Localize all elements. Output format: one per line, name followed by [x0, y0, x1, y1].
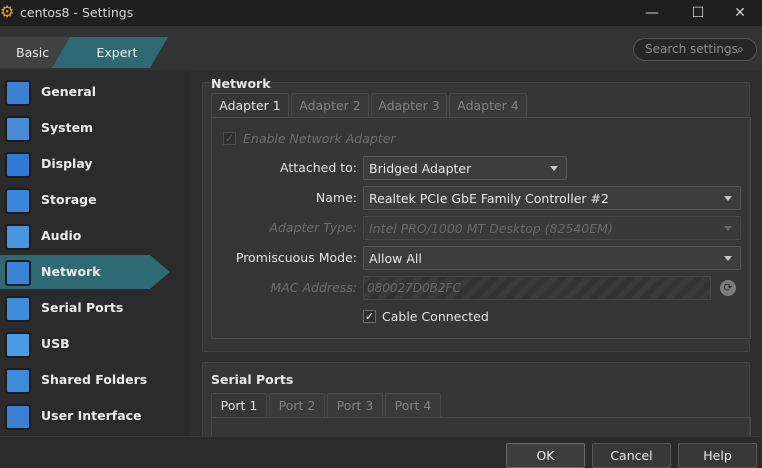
- mode-switch: Basic Expert: [0, 37, 170, 68]
- tab-adapter-3[interactable]: Adapter 3: [371, 93, 447, 117]
- sidebar-item-serial-ports[interactable]: Serial Ports: [0, 291, 170, 325]
- display-icon: [5, 152, 31, 178]
- sidebar-item-audio[interactable]: Audio: [0, 219, 170, 253]
- window-title: centos8 - Settings: [20, 5, 134, 20]
- promiscuous-mode-select[interactable]: Allow All: [363, 246, 741, 270]
- general-icon: [5, 80, 31, 106]
- audio-icon: [5, 224, 31, 250]
- tab-port-3[interactable]: Port 3: [327, 393, 383, 417]
- sidebar-item-network[interactable]: Network: [0, 255, 170, 289]
- search-icon[interactable]: ⌕: [737, 42, 751, 56]
- port-panel: [211, 417, 751, 436]
- search-input[interactable]: Search settings: [645, 42, 738, 56]
- network-title: Network: [211, 76, 271, 91]
- chevron-down-icon: [724, 226, 732, 231]
- tab-adapter-2[interactable]: Adapter 2: [291, 93, 369, 117]
- serial-ports-title: Serial Ports: [211, 372, 294, 387]
- sidebar-item-user-interface[interactable]: User Interface: [0, 399, 170, 433]
- tab-adapter-1[interactable]: Adapter 1: [211, 93, 289, 118]
- sidebar-item-label: User Interface: [41, 408, 142, 423]
- network-icon: [5, 260, 31, 286]
- sidebar-item-display[interactable]: Display: [0, 147, 170, 181]
- sidebar-item-storage[interactable]: Storage: [0, 183, 170, 217]
- name-value: Realtek PCIe GbE Family Controller #2: [369, 191, 609, 206]
- promiscuous-mode-value: Allow All: [369, 251, 422, 266]
- sidebar-item-label: General: [41, 84, 96, 99]
- serial-ports-group: Serial Ports Port 1 Port 2 Port 3 Port 4: [202, 362, 751, 436]
- chevron-down-icon: [724, 256, 732, 261]
- adapter-type-select[interactable]: Intel PRO/1000 MT Desktop (82540EM): [363, 216, 741, 240]
- maximize-button[interactable]: ☐: [676, 0, 720, 26]
- adapter-type-label: Adapter Type:: [269, 220, 357, 235]
- sidebar: General System Display Storage Audio Network S…: [0, 75, 190, 435]
- sidebar-item-label: Storage: [41, 192, 97, 207]
- cancel-button[interactable]: Cancel: [592, 443, 671, 468]
- sidebar-item-label: Serial Ports: [41, 300, 124, 315]
- search-box[interactable]: Search settings ⌕: [633, 38, 757, 61]
- gear-icon: ⚙: [0, 2, 15, 21]
- promiscuous-mode-label: Promiscuous Mode:: [235, 250, 357, 265]
- network-group: Network Adapter 1 Adapter 2 Adapter 3 Ad…: [202, 76, 751, 352]
- sidebar-item-shared-folders[interactable]: Shared Folders: [0, 363, 170, 397]
- minimize-button[interactable]: —: [630, 0, 674, 26]
- tab-port-4[interactable]: Port 4: [385, 393, 441, 417]
- mac-address-label: MAC Address:: [270, 280, 357, 295]
- sidebar-item-system[interactable]: System: [0, 111, 170, 145]
- cable-connected-label: Cable Connected: [382, 309, 489, 324]
- name-label: Name:: [315, 190, 357, 205]
- sidebar-item-label: Audio: [41, 228, 82, 243]
- sidebar-item-label: Network: [41, 264, 101, 279]
- help-button[interactable]: Help: [678, 443, 757, 468]
- mac-address-value: 080027D0B2FC: [367, 281, 461, 295]
- enable-adapter-checkbox[interactable]: ✓: [223, 132, 236, 145]
- sidebar-item-label: USB: [41, 336, 70, 351]
- sidebar-item-label: System: [41, 120, 94, 135]
- close-button[interactable]: ✕: [718, 0, 762, 26]
- chevron-down-icon: [724, 196, 732, 201]
- mac-address-field[interactable]: 080027D0B2FC: [363, 276, 711, 300]
- adapter-type-value: Intel PRO/1000 MT Desktop (82540EM): [369, 221, 613, 236]
- attached-to-select[interactable]: Bridged Adapter: [363, 156, 567, 180]
- cable-connected-checkbox[interactable]: ✓: [363, 310, 376, 323]
- adapter-panel: ✓ Enable Network Adapter Attached to: Br…: [211, 117, 751, 339]
- settings-content: Network Adapter 1 Adapter 2 Adapter 3 Ad…: [190, 70, 762, 436]
- attached-to-value: Bridged Adapter: [369, 161, 472, 176]
- usb-icon: [5, 332, 31, 358]
- serial-ports-icon: [5, 296, 31, 322]
- refresh-icon[interactable]: ⟳: [720, 280, 736, 296]
- storage-icon: [5, 188, 31, 214]
- sidebar-item-usb[interactable]: USB: [0, 327, 170, 361]
- tab-port-2[interactable]: Port 2: [269, 393, 325, 417]
- tab-adapter-4[interactable]: Adapter 4: [449, 93, 527, 117]
- sidebar-item-general[interactable]: General: [0, 75, 170, 109]
- tab-port-1[interactable]: Port 1: [211, 393, 267, 418]
- attached-to-label: Attached to:: [280, 160, 357, 175]
- sidebar-item-label: Shared Folders: [41, 372, 148, 387]
- title-bar: ⚙ centos8 - Settings — ☐ ✕: [0, 0, 762, 26]
- button-bar: OK Cancel Help: [0, 436, 762, 468]
- user-interface-icon: [5, 404, 31, 430]
- enable-adapter-label: Enable Network Adapter: [243, 131, 396, 146]
- mode-expert-tab[interactable]: Expert: [52, 37, 168, 68]
- ok-button[interactable]: OK: [506, 443, 585, 468]
- system-icon: [5, 116, 31, 142]
- sidebar-item-label: Display: [41, 156, 93, 171]
- chevron-down-icon: [550, 166, 558, 171]
- shared-folders-icon: [5, 368, 31, 394]
- name-select[interactable]: Realtek PCIe GbE Family Controller #2: [363, 186, 741, 210]
